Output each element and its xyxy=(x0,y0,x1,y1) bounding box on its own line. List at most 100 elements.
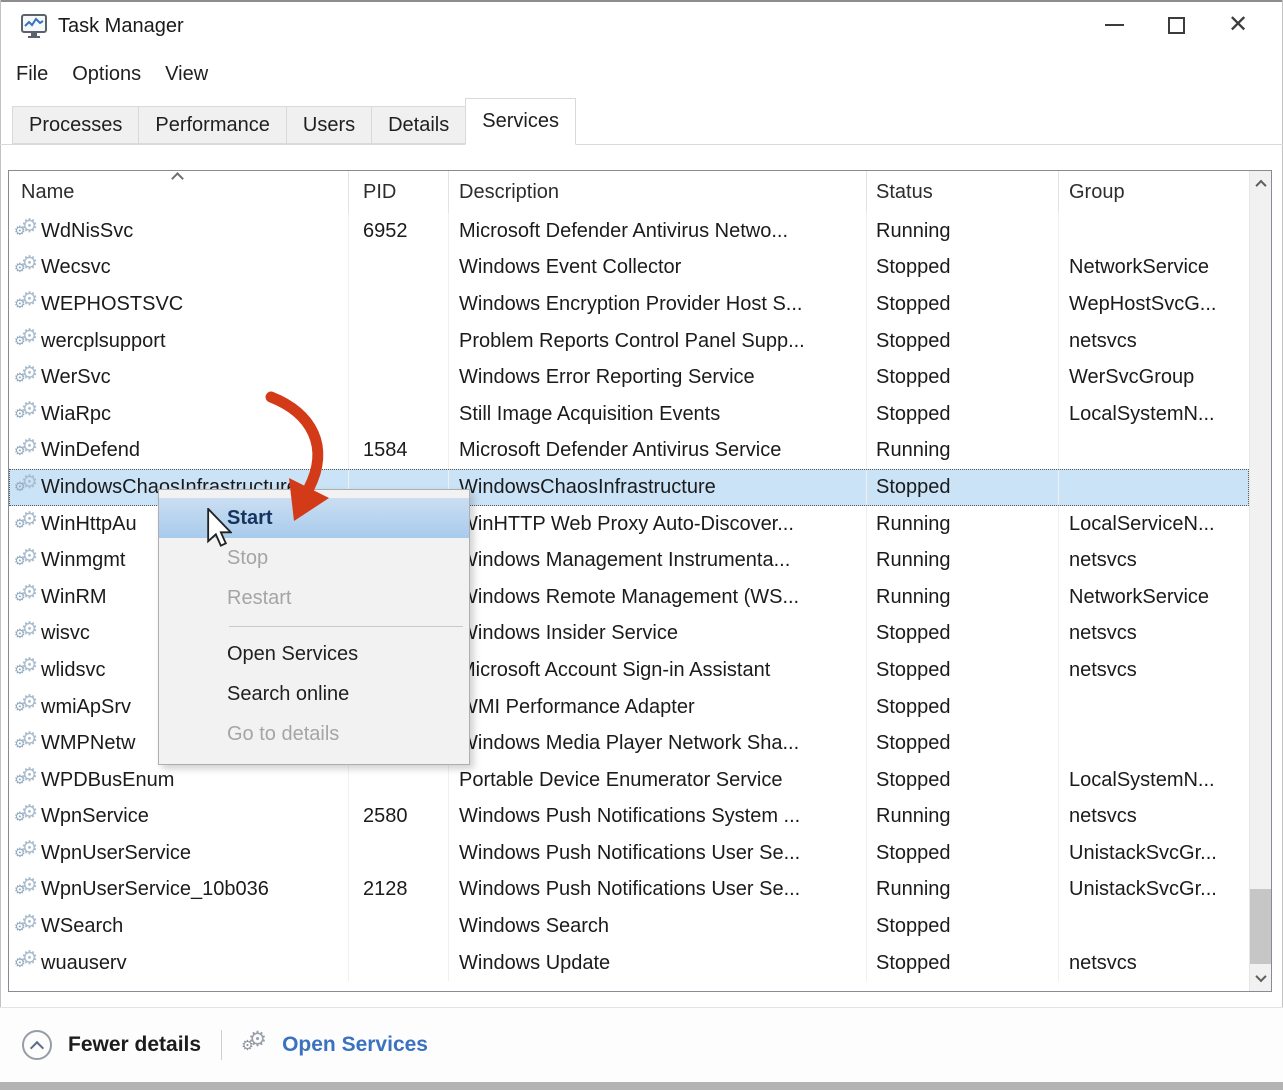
footer-divider xyxy=(221,1030,222,1060)
cell-description: Windows Search xyxy=(449,908,867,945)
cell-description: WinHTTP Web Proxy Auto-Discover... xyxy=(449,506,867,543)
table-row[interactable]: WdNisSvc6952Microsoft Defender Antivirus… xyxy=(9,213,1249,250)
footer-bar: Fewer details Open Services xyxy=(0,1007,1283,1082)
close-button[interactable]: ✕ xyxy=(1207,5,1269,45)
column-header-pid[interactable]: PID xyxy=(349,171,449,213)
service-name: WEPHOSTSVC xyxy=(41,293,183,316)
cell-pid xyxy=(349,359,449,396)
cell-description: WindowsChaosInfrastructure xyxy=(449,469,867,506)
gear-icon xyxy=(242,1031,270,1059)
gear-icon xyxy=(15,438,41,464)
service-name: wlidsvc xyxy=(41,659,105,682)
cell-name: WdNisSvc xyxy=(9,213,349,250)
cell-group: UnistackSvcGr... xyxy=(1059,872,1249,909)
tab-services[interactable]: Services xyxy=(465,98,576,145)
service-name: Wecsvc xyxy=(41,256,111,279)
fewer-details-label: Fewer details xyxy=(68,1033,201,1057)
scrollbar-up-button[interactable] xyxy=(1250,171,1271,197)
cell-status: Stopped xyxy=(867,652,1059,689)
menu-item-start[interactable]: Start xyxy=(159,498,469,538)
cell-status: Stopped xyxy=(867,396,1059,433)
service-name: WpnService xyxy=(41,805,149,828)
menu-file[interactable]: File xyxy=(4,63,60,86)
tab-performance[interactable]: Performance xyxy=(138,106,287,144)
cell-pid xyxy=(349,835,449,872)
cell-group xyxy=(1059,469,1249,506)
cell-group: netsvcs xyxy=(1059,323,1249,360)
cell-status: Stopped xyxy=(867,359,1059,396)
menu-item-restart: Restart xyxy=(159,578,469,618)
column-header-description[interactable]: Description xyxy=(449,171,867,213)
table-row[interactable]: WecsvcWindows Event CollectorStoppedNetw… xyxy=(9,250,1249,287)
cell-group xyxy=(1059,433,1249,470)
cell-description: Portable Device Enumerator Service xyxy=(449,762,867,799)
table-row[interactable]: WpnUserServiceWindows Push Notifications… xyxy=(9,835,1249,872)
tab-users[interactable]: Users xyxy=(286,106,372,144)
menu-item-open-services[interactable]: Open Services xyxy=(159,634,469,674)
cell-pid xyxy=(349,286,449,323)
menu-view[interactable]: View xyxy=(153,63,220,86)
maximize-icon xyxy=(1168,17,1185,34)
cell-status: Running xyxy=(867,579,1059,616)
open-services-link[interactable]: Open Services xyxy=(282,1033,428,1057)
service-name: WpnUserService_10b036 xyxy=(41,878,269,901)
menu-options[interactable]: Options xyxy=(60,63,153,86)
cell-description: Windows Event Collector xyxy=(449,250,867,287)
service-name: WMPNetw xyxy=(41,732,135,755)
maximize-button[interactable] xyxy=(1145,5,1207,45)
title-bar[interactable]: Task Manager ✕ xyxy=(0,2,1283,50)
gear-icon xyxy=(15,401,41,427)
service-name: WinHttpAu xyxy=(41,513,137,536)
scrollbar-down-button[interactable] xyxy=(1250,965,1271,991)
table-row[interactable]: WinDefend1584Microsoft Defender Antiviru… xyxy=(9,433,1249,470)
vertical-scrollbar[interactable] xyxy=(1249,171,1271,991)
column-header-group[interactable]: Group xyxy=(1059,171,1249,213)
cell-status: Stopped xyxy=(867,835,1059,872)
service-name: wisvc xyxy=(41,622,90,645)
table-row[interactable]: wercplsupportProblem Reports Control Pan… xyxy=(9,323,1249,360)
gear-icon xyxy=(15,511,41,537)
cell-description: Windows Remote Management (WS... xyxy=(449,579,867,616)
table-row[interactable]: WpnUserService_10b0362128Windows Push No… xyxy=(9,872,1249,909)
tab-processes[interactable]: Processes xyxy=(12,106,139,144)
gear-icon xyxy=(15,291,41,317)
table-row[interactable]: WiaRpcStill Image Acquisition EventsStop… xyxy=(9,396,1249,433)
table-row[interactable]: wuauservWindows UpdateStoppednetsvcs xyxy=(9,945,1249,982)
table-row[interactable]: WPDBusEnumPortable Device Enumerator Ser… xyxy=(9,762,1249,799)
menu-item-search-online[interactable]: Search online xyxy=(159,674,469,714)
service-name: wmiApSrv xyxy=(41,696,131,719)
column-header-status[interactable]: Status xyxy=(867,171,1059,213)
fewer-details-toggle[interactable]: Fewer details xyxy=(22,1030,201,1060)
table-row[interactable]: WerSvcWindows Error Reporting ServiceSto… xyxy=(9,359,1249,396)
window-border-bottom[interactable] xyxy=(0,1082,1283,1090)
tab-strip: ProcessesPerformanceUsersDetailsServices xyxy=(0,96,1283,145)
scrollbar-thumb[interactable] xyxy=(1250,889,1271,964)
cell-group: netsvcs xyxy=(1059,945,1249,982)
cell-group xyxy=(1059,908,1249,945)
service-name: WinRM xyxy=(41,586,107,609)
cell-description: Microsoft Account Sign-in Assistant xyxy=(449,652,867,689)
cell-description: WMI Performance Adapter xyxy=(449,689,867,726)
column-header-row: NamePIDDescriptionStatusGroup xyxy=(9,171,1249,213)
service-name: wuauserv xyxy=(41,952,127,975)
service-name: Winmgmt xyxy=(41,549,125,572)
cell-description: Windows Push Notifications User Se... xyxy=(449,872,867,909)
table-row[interactable]: WpnService2580Windows Push Notifications… xyxy=(9,799,1249,836)
gear-icon xyxy=(15,474,41,500)
gear-icon xyxy=(15,840,41,866)
task-manager-monitor-icon xyxy=(20,13,48,39)
cell-status: Stopped xyxy=(867,323,1059,360)
cell-description: Windows Management Instrumenta... xyxy=(449,542,867,579)
cell-group: UnistackSvcGr... xyxy=(1059,835,1249,872)
cell-group xyxy=(1059,725,1249,762)
cell-name: WpnUserService_10b036 xyxy=(9,872,349,909)
cell-status: Stopped xyxy=(867,725,1059,762)
tab-details[interactable]: Details xyxy=(371,106,466,144)
minimize-button[interactable] xyxy=(1083,5,1145,45)
service-name: wercplsupport xyxy=(41,330,166,353)
chevron-down-icon xyxy=(1255,971,1266,982)
table-row[interactable]: WEPHOSTSVCWindows Encryption Provider Ho… xyxy=(9,286,1249,323)
cell-group: netsvcs xyxy=(1059,799,1249,836)
table-row[interactable]: WSearchWindows SearchStopped xyxy=(9,908,1249,945)
gear-icon xyxy=(15,767,41,793)
